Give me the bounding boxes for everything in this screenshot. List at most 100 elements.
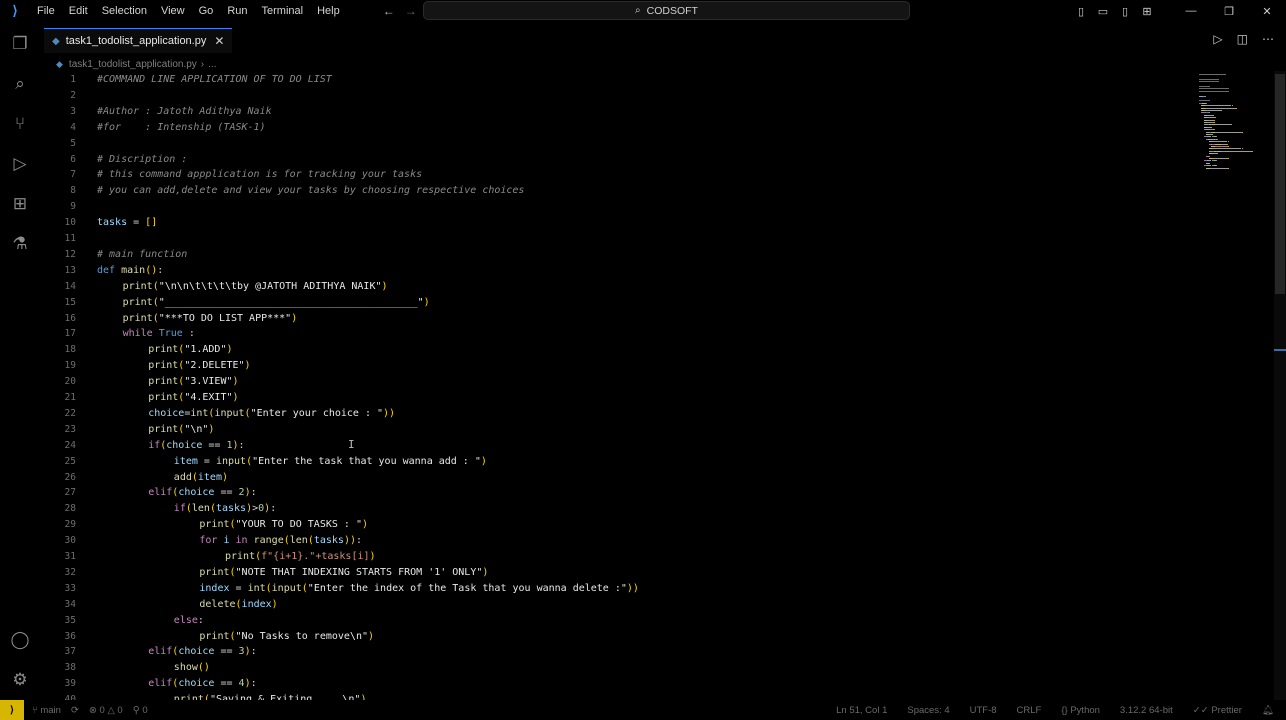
code-line[interactable]: tasks = [] [97,215,157,231]
code-line[interactable]: item = input("Enter the task that you wa… [174,454,487,470]
indentation[interactable]: Spaces: 4 [907,705,949,716]
line-number: 36 [64,630,76,642]
cursor-position[interactable]: Ln 51, Col 1 [836,705,887,716]
line-number: 25 [64,455,76,467]
code-line[interactable]: choice=int(input("Enter your choice : ")… [148,406,395,422]
more-actions-icon[interactable]: ⋯ [1262,32,1274,46]
code-line[interactable]: else: [174,613,204,629]
code-line[interactable]: index = int(input("Enter the index of th… [199,581,639,597]
vertical-scrollbar[interactable] [1274,71,1286,700]
code-token: choice [178,646,215,658]
scrollbar-thumb[interactable] [1275,74,1285,294]
minimap[interactable] [1199,71,1254,181]
prettier-status[interactable]: ✓✓ Prettier [1193,705,1242,716]
code-line[interactable]: print("_________________________________… [123,295,430,311]
toggle-secondary-sidebar-icon[interactable]: ▯ [1114,5,1136,18]
menu-help[interactable]: Help [310,5,347,17]
menu-selection[interactable]: Selection [95,5,154,17]
code-line[interactable]: while True : [123,326,195,342]
extensions-icon[interactable]: ⊞ [0,184,40,224]
minimap-mark [1210,126,1212,128]
back-arrow-icon[interactable]: ← [383,4,395,18]
info-status[interactable]: ⚲ 0 [133,705,148,716]
code-line[interactable]: # Discription : [97,152,187,168]
code-line[interactable]: print("1.ADD") [148,342,232,358]
search-view-icon[interactable]: ⌕ [0,64,40,104]
restore-icon[interactable]: ❐ [1210,5,1248,18]
explorer-icon[interactable]: ❐ [0,24,40,64]
code-line[interactable]: elif(choice == 4): [148,676,256,692]
minimap-mark [1251,150,1253,152]
menu-file[interactable]: File [30,5,62,17]
customize-layout-icon[interactable]: ⊞ [1136,5,1158,18]
accounts-icon[interactable]: ◯ [0,620,40,660]
end-of-line[interactable]: CRLF [1017,705,1042,716]
menu-edit[interactable]: Edit [62,5,95,17]
line-number: 17 [64,328,76,340]
code-line[interactable]: for i in range(len(tasks)): [199,533,362,549]
code-token: ) [381,280,388,292]
menu-go[interactable]: Go [192,5,221,17]
menu-terminal[interactable]: Terminal [255,5,311,17]
sync-icon[interactable]: ⟳ [71,705,79,716]
code-line[interactable]: #for : Intenship (TASK-1) [97,120,266,136]
code-line[interactable]: # main function [97,247,187,263]
code-line[interactable]: print("YOUR TO DO TASKS : ") [199,517,368,533]
breadcrumb-more[interactable]: ... [208,59,216,70]
code-line[interactable]: # you can add,delete and view your tasks… [97,183,524,199]
code-line[interactable]: # this command appplication is for track… [97,167,422,183]
code-line[interactable]: print("\n\n\t\t\t\tby @JATOTH ADITHYA NA… [123,279,388,295]
code-line[interactable]: #COMMAND LINE APPLICATION OF TO DO LIST [97,72,332,88]
breadcrumb-file[interactable]: task1_todolist_application.py [69,59,197,70]
minimize-icon[interactable]: — [1172,5,1210,17]
command-center-label: CODSOFT [646,4,698,17]
remote-indicator-icon[interactable]: ⟩ [0,700,24,720]
problems-status[interactable]: ⊗ 0 △ 0 [89,705,123,716]
code-token: "Enter your choice : " [250,407,384,419]
menu-run[interactable]: Run [220,5,254,17]
close-window-icon[interactable]: ✕ [1248,5,1286,18]
code-line[interactable]: print("3.VIEW") [148,374,238,390]
settings-gear-icon[interactable]: ⚙ [0,660,40,700]
code-token: if [173,503,186,515]
code-token: == [214,678,239,690]
code-line[interactable]: show() [174,660,210,676]
code-line[interactable]: print("***TO DO LIST APP***") [123,311,298,327]
code-line[interactable]: def main(): [97,263,163,279]
code-line[interactable]: if(len(tasks)>0): [174,501,276,517]
code-editor[interactable]: 1 2 3 4 5 6 7 8 9 10 11 12 13 14 15 16 17 18 19 20 21 22 23 24 2… [40,71,1286,700]
status-bar: ⟩ ⑂ main ⟳ ⊗ 0 △ 0 ⚲ 0 Ln 51, Col 1 Spac… [0,700,1286,720]
split-editor-icon[interactable]: ◫ [1237,32,1248,46]
code-line[interactable]: delete(index) [199,597,277,613]
code-line[interactable]: print("NOTE THAT INDEXING STARTS FROM '1… [199,565,488,581]
run-file-icon[interactable]: ▷ [1213,32,1222,46]
testing-icon[interactable]: ⚗ [0,224,40,264]
code-line[interactable]: elif(choice == 2): [148,485,256,501]
code-line[interactable]: print("2.DELETE") [148,358,250,374]
code-line[interactable]: print("\n") [148,422,214,438]
code-line[interactable]: print("4.EXIT") [148,390,238,406]
code-line[interactable]: print(f"{i+1}."+tasks[i]) [225,549,376,565]
notifications-bell-icon[interactable]: 🔔︎ [1262,705,1274,716]
forward-arrow-icon[interactable]: → [405,4,417,18]
editor-tab[interactable]: ◆ task1_todolist_application.py ✕ [44,28,233,53]
toggle-primary-sidebar-icon[interactable]: ▯ [1070,5,1092,18]
language-mode[interactable]: {} Python [1061,705,1100,716]
code-line[interactable]: #Author : Jatoth Adithya Naik [97,104,272,120]
code-line[interactable]: elif(choice == 3): [148,644,256,660]
code-line[interactable]: print("No Tasks to remove\n") [199,629,374,645]
tab-close-icon[interactable]: ✕ [214,34,224,48]
run-debug-icon[interactable]: ▷ [0,144,40,184]
code-token: input [271,582,302,594]
python-interpreter[interactable]: 3.12.2 64-bit [1120,705,1173,716]
code-token: len [289,535,308,547]
source-control-icon[interactable]: ⑂ [0,104,40,144]
code-line[interactable]: add(item) [174,470,228,486]
code-line[interactable]: if(choice == 1): [148,438,244,454]
encoding[interactable]: UTF-8 [970,705,997,716]
menu-view[interactable]: View [154,5,192,17]
toggle-panel-icon[interactable]: ▭ [1092,5,1114,18]
branch-status[interactable]: ⑂ main [32,705,61,716]
command-center-search[interactable]: ⌕ CODSOFT [423,1,910,20]
code-line[interactable]: print("Saving & Exiting.....\n") [174,692,367,700]
